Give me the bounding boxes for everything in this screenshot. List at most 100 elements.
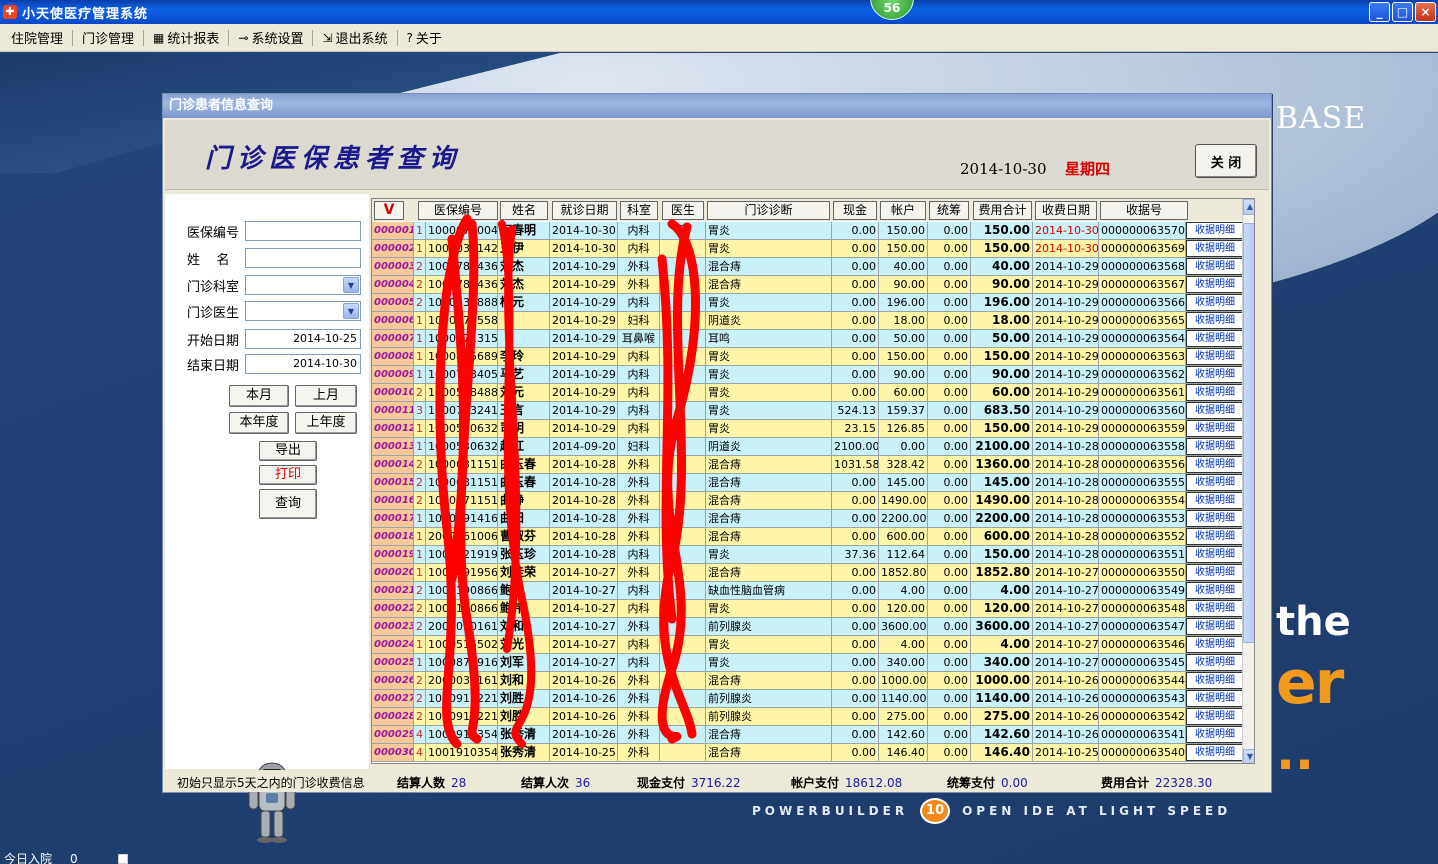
table-row[interactable]: 000017 1 1000491416 曲阳 2014-10-28 外科 混合痔 0.00 22… <box>372 510 1244 528</box>
col-header-account[interactable]: 帐户 <box>880 201 926 220</box>
start-date-input[interactable]: 2014-10-25 <box>245 329 361 349</box>
receipt-detail-button[interactable]: 收据明细 <box>1186 330 1244 347</box>
this-year-button[interactable]: 本年度 <box>229 412 289 434</box>
table-row[interactable]: 000026 2 2000030161 刘和 2014-10-26 外科 混合痔 0.00 10… <box>372 672 1244 690</box>
receipt-detail-button[interactable]: 收据明细 <box>1186 636 1244 653</box>
receipt-detail-button[interactable]: 收据明细 <box>1186 726 1244 743</box>
receipt-detail-button[interactable]: 收据明细 <box>1186 492 1244 509</box>
table-row[interactable]: 000022 2 1000190866 鲍伟 2014-10-27 内科 胃炎 0.00 120… <box>372 600 1244 618</box>
chevron-down-icon[interactable]: ▼ <box>343 277 359 293</box>
receipt-detail-button[interactable]: 收据明细 <box>1186 456 1244 473</box>
table-row[interactable]: 000001 1 1000071004 何春明 2014-10-30 内科医胃炎 0.00 1… <box>372 222 1244 240</box>
table-row[interactable]: 000016 2 1000671151 曲静 2014-10-28 外科 混合痔 0.00 14… <box>372 492 1244 510</box>
receipt-detail-button[interactable]: 收据明细 <box>1186 708 1244 725</box>
table-row[interactable]: 000008 1 1000875689 李玲 2014-10-29 内科 胃炎 0.00 150… <box>372 348 1244 366</box>
col-header-dept[interactable]: 科室 <box>620 201 658 220</box>
receipt-detail-button[interactable]: 收据明细 <box>1186 654 1244 671</box>
col-header-doctor[interactable]: 医生 <box>662 201 704 220</box>
close-dialog-button[interactable]: 关 闭 <box>1195 144 1257 178</box>
col-header-diagnosis[interactable]: 门诊诊断 <box>707 201 830 220</box>
table-row[interactable]: 000012 1 1000530632 司明 2014-10-29 内科 胃炎 23.15 12… <box>372 420 1244 438</box>
name-input[interactable] <box>245 248 361 268</box>
receipt-detail-button[interactable]: 收据明细 <box>1186 402 1244 419</box>
receipt-detail-button[interactable]: 收据明细 <box>1186 582 1244 599</box>
receipt-detail-button[interactable]: 收据明细 <box>1186 546 1244 563</box>
grid-scrollbar[interactable]: ▲ ▼ <box>1242 199 1254 763</box>
table-row[interactable]: 000029 4 1000910354 张秀清 2014-10-26 外科 混合痔 0.00 1… <box>372 726 1244 744</box>
menu-settings[interactable]: ⊸ 系统设置 <box>231 25 310 50</box>
table-row[interactable]: 000020 1 1000891956 刘桂荣 2014-10-27 外科 混合痔 0.00 1… <box>372 564 1244 582</box>
col-header-receipt-no[interactable]: 收据号 <box>1100 201 1188 220</box>
menu-inpatient[interactable]: 住院管理 <box>4 25 70 50</box>
col-header-total[interactable]: 费用合计 <box>973 201 1032 220</box>
end-date-input[interactable]: 2014-10-30 <box>245 354 361 374</box>
receipt-detail-button[interactable]: 收据明细 <box>1186 384 1244 401</box>
receipt-detail-button[interactable]: 收据明细 <box>1186 474 1244 491</box>
table-row[interactable]: 000024 1 1000515502 刘光 2014-10-27 内科 胃炎 0.00 4.0… <box>372 636 1244 654</box>
receipt-detail-button[interactable]: 收据明细 <box>1186 312 1244 329</box>
receipt-detail-button[interactable]: 收据明细 <box>1186 528 1244 545</box>
table-row[interactable]: 000019 1 1000321919 张玉珍 2014-10-28 内科 胃炎 37.36 1… <box>372 546 1244 564</box>
receipt-detail-button[interactable]: 收据明细 <box>1186 348 1244 365</box>
receipt-detail-button[interactable]: 收据明细 <box>1186 222 1244 239</box>
receipt-detail-button[interactable]: 收据明细 <box>1186 618 1244 635</box>
table-row[interactable]: 000009 1 1000713405 马艺 2014-10-29 内科 胃炎 0.00 90.… <box>372 366 1244 384</box>
receipt-detail-button[interactable]: 收据明细 <box>1186 564 1244 581</box>
close-window-button[interactable]: × <box>1415 2 1436 22</box>
status-checkbox[interactable] <box>117 853 128 864</box>
receipt-detail-button[interactable]: 收据明细 <box>1186 744 1244 761</box>
last-year-button[interactable]: 上年度 <box>295 412 357 434</box>
receipt-detail-button[interactable]: 收据明细 <box>1186 420 1244 437</box>
table-row[interactable]: 000004 2 1000781436 刘杰 2014-10-29 外科 混合痔 0.00 90… <box>372 276 1244 294</box>
table-row[interactable]: 000013171000530632赵红2014-09-20妇科阴道炎2100.… <box>372 438 1244 456</box>
receipt-detail-button[interactable]: 收据明细 <box>1186 510 1244 527</box>
col-header-cash[interactable]: 现金 <box>833 201 877 220</box>
table-row[interactable]: 000021 2 1000190866 鲍伟 2014-10-27 内科 缺血性脑血管病 0.… <box>372 582 1244 600</box>
minimize-button[interactable]: _ <box>1369 2 1390 22</box>
receipt-detail-button[interactable]: 收据明细 <box>1186 690 1244 707</box>
receipt-detail-button[interactable]: 收据明细 <box>1186 276 1244 293</box>
scroll-down-icon[interactable]: ▼ <box>1243 749 1254 763</box>
col-header-name[interactable]: 姓名 <box>500 201 548 220</box>
table-row[interactable]: 000007 1 1000771315 2014-10-29 耳鼻喉 耳鸣 0.00 50.0… <box>372 330 1244 348</box>
col-header-visit-date[interactable]: 就诊日期 <box>552 201 617 220</box>
query-button[interactable]: 查询 <box>259 489 317 519</box>
receipt-detail-button[interactable]: 收据明细 <box>1186 294 1244 311</box>
scroll-up-icon[interactable]: ▲ <box>1243 199 1254 215</box>
menu-exit[interactable]: ⇲ 退出系统 <box>315 25 394 50</box>
menu-outpatient[interactable]: 门诊管理 <box>75 25 141 50</box>
table-row[interactable]: 000006 1 1000871558 2014-10-29 妇科 阴道炎 0.00 18.0… <box>372 312 1244 330</box>
table-row[interactable]: 000010 2 1000518488 刘元 2014-10-29 内科 胃炎 0.00 60.… <box>372 384 1244 402</box>
col-header-insurance-no[interactable]: 医保编号 <box>418 201 498 220</box>
this-month-button[interactable]: 本月 <box>229 385 289 407</box>
receipt-detail-button[interactable]: 收据明细 <box>1186 240 1244 257</box>
table-row[interactable]: 000015 2 1000631151 曲玉春 2014-10-28 外科 混合痔 0.00 1… <box>372 474 1244 492</box>
table-row[interactable]: 000014 2 1000631151 曲玉春 2014-10-28 外科 混合痔 1031.… <box>372 456 1244 474</box>
export-button[interactable]: 导出 <box>259 441 317 461</box>
dept-select[interactable]: ▼ <box>245 275 361 295</box>
table-row[interactable]: 000003 2 1000781436 刘杰 2014-10-29 外科 混合痔 0.00 40… <box>372 258 1244 276</box>
table-row[interactable]: 000005 2 1000531888 杨元 2014-10-29 内科 胃炎 0.00 196… <box>372 294 1244 312</box>
receipt-detail-button[interactable]: 收据明细 <box>1186 438 1244 455</box>
table-row[interactable]: 000027 2 1000911221 刘胜 2014-10-26 外科 前列腺炎 0.00 1… <box>372 690 1244 708</box>
receipt-detail-button[interactable]: 收据明细 <box>1186 366 1244 383</box>
col-header-pooled[interactable]: 统筹 <box>929 201 969 220</box>
receipt-detail-button[interactable]: 收据明细 <box>1186 672 1244 689</box>
doctor-select[interactable]: ▼ <box>245 301 361 321</box>
receipt-detail-button[interactable]: 收据明细 <box>1186 258 1244 275</box>
scroll-thumb[interactable] <box>1243 223 1254 643</box>
menu-reports[interactable]: ▦ 统计报表 <box>146 25 226 50</box>
table-row[interactable]: 000028 2 1000911221 刘胜 2014-10-26 外科 前列腺炎 0.00 2… <box>372 708 1244 726</box>
insurance-no-input[interactable] <box>245 221 361 241</box>
table-row[interactable]: 000002 1 1001031142 王伊 2014-10-30 内科 胃炎 0.00 150… <box>372 240 1244 258</box>
notification-badge[interactable]: 56 <box>870 0 914 20</box>
receipt-detail-button[interactable]: 收据明细 <box>1186 600 1244 617</box>
table-row[interactable]: 000030 4 1001910354 张秀清 2014-10-25 外科 混合痔 0.00 1… <box>372 744 1244 762</box>
print-button[interactable]: 打印 <box>259 465 317 485</box>
table-row[interactable]: 000025 1 1000873916 刘军 2014-10-27 内科 胃炎 0.00 340… <box>372 654 1244 672</box>
chevron-down-icon[interactable]: ▼ <box>343 303 359 319</box>
maximize-button[interactable]: □ <box>1392 2 1413 22</box>
last-month-button[interactable]: 上月 <box>295 385 357 407</box>
col-header-pay-date[interactable]: 收费日期 <box>1035 201 1097 220</box>
menu-about[interactable]: ? 关于 <box>400 25 449 50</box>
